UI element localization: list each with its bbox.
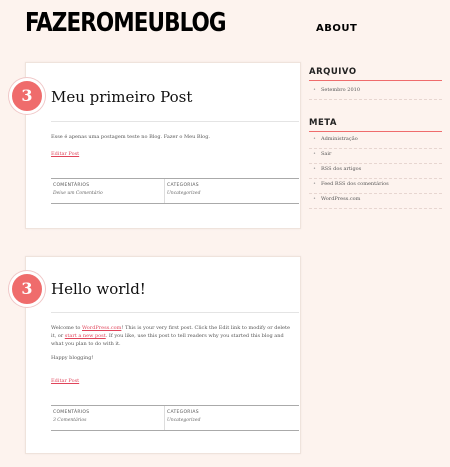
category-link[interactable]: Uncategorized — [167, 417, 200, 425]
archive-list: Setembro 2010 — [309, 85, 442, 100]
post-body: Welcome to WordPress.com! This is your v… — [51, 324, 291, 362]
post-card: 3 Meu primeiro Post Esse é apenas uma po… — [9, 62, 301, 229]
nav-about-link[interactable]: ABOUT — [316, 23, 357, 34]
comments-link[interactable]: 3 Comentários — [53, 417, 89, 425]
comments-link[interactable]: Deixe um Comentário — [53, 190, 103, 198]
archive-widget-title: ARQUIVO — [309, 67, 442, 81]
divider — [51, 312, 299, 313]
post-body: Esse é apenas uma postagem teste no Blog… — [51, 134, 210, 140]
post-title[interactable]: Hello world! — [51, 280, 146, 298]
edit-post-link[interactable]: Editar Post — [51, 151, 79, 157]
body-text: Welcome to — [51, 325, 82, 331]
meta-item-rss-posts[interactable]: RSS dos artigos — [309, 164, 442, 179]
new-post-link[interactable]: start a new post — [65, 333, 106, 339]
edit-post-link[interactable]: Editar Post — [51, 378, 79, 384]
meta-item-wordpress[interactable]: WordPress.com — [309, 194, 442, 209]
archive-item[interactable]: Setembro 2010 — [309, 85, 442, 100]
post-meta: COMENTÁRIOS 3 Comentários CATEGORIAS Unc… — [51, 405, 299, 431]
wordpress-link[interactable]: WordPress.com — [82, 325, 121, 331]
body-text: Happy blogging! — [51, 355, 94, 361]
meta-item-rss-comments[interactable]: Feed RSS dos comentários — [309, 179, 442, 194]
comments-label: COMENTÁRIOS — [53, 183, 90, 188]
meta-divider — [164, 179, 165, 203]
meta-widget-title: META — [309, 118, 442, 132]
comment-count-badge[interactable]: 3 — [9, 78, 45, 114]
divider — [51, 121, 299, 122]
meta-item-admin[interactable]: Administração — [309, 134, 442, 149]
meta-list: Administração Sair RSS dos artigos Feed … — [309, 134, 442, 209]
post-title[interactable]: Meu primeiro Post — [51, 88, 192, 106]
meta-divider — [164, 406, 165, 430]
post-card: 3 Hello world! Welcome to WordPress.com!… — [9, 256, 301, 454]
category-link[interactable]: Uncategorized — [167, 190, 200, 198]
comments-label: COMENTÁRIOS — [53, 410, 90, 415]
categories-label: CATEGORIAS — [167, 410, 199, 415]
post-meta: COMENTÁRIOS Deixe um Comentário CATEGORI… — [51, 178, 299, 204]
comment-count-badge[interactable]: 3 — [9, 271, 45, 307]
site-title[interactable]: FAZEROMEUBLOG — [25, 8, 227, 38]
categories-label: CATEGORIAS — [167, 183, 199, 188]
meta-item-logout[interactable]: Sair — [309, 149, 442, 164]
